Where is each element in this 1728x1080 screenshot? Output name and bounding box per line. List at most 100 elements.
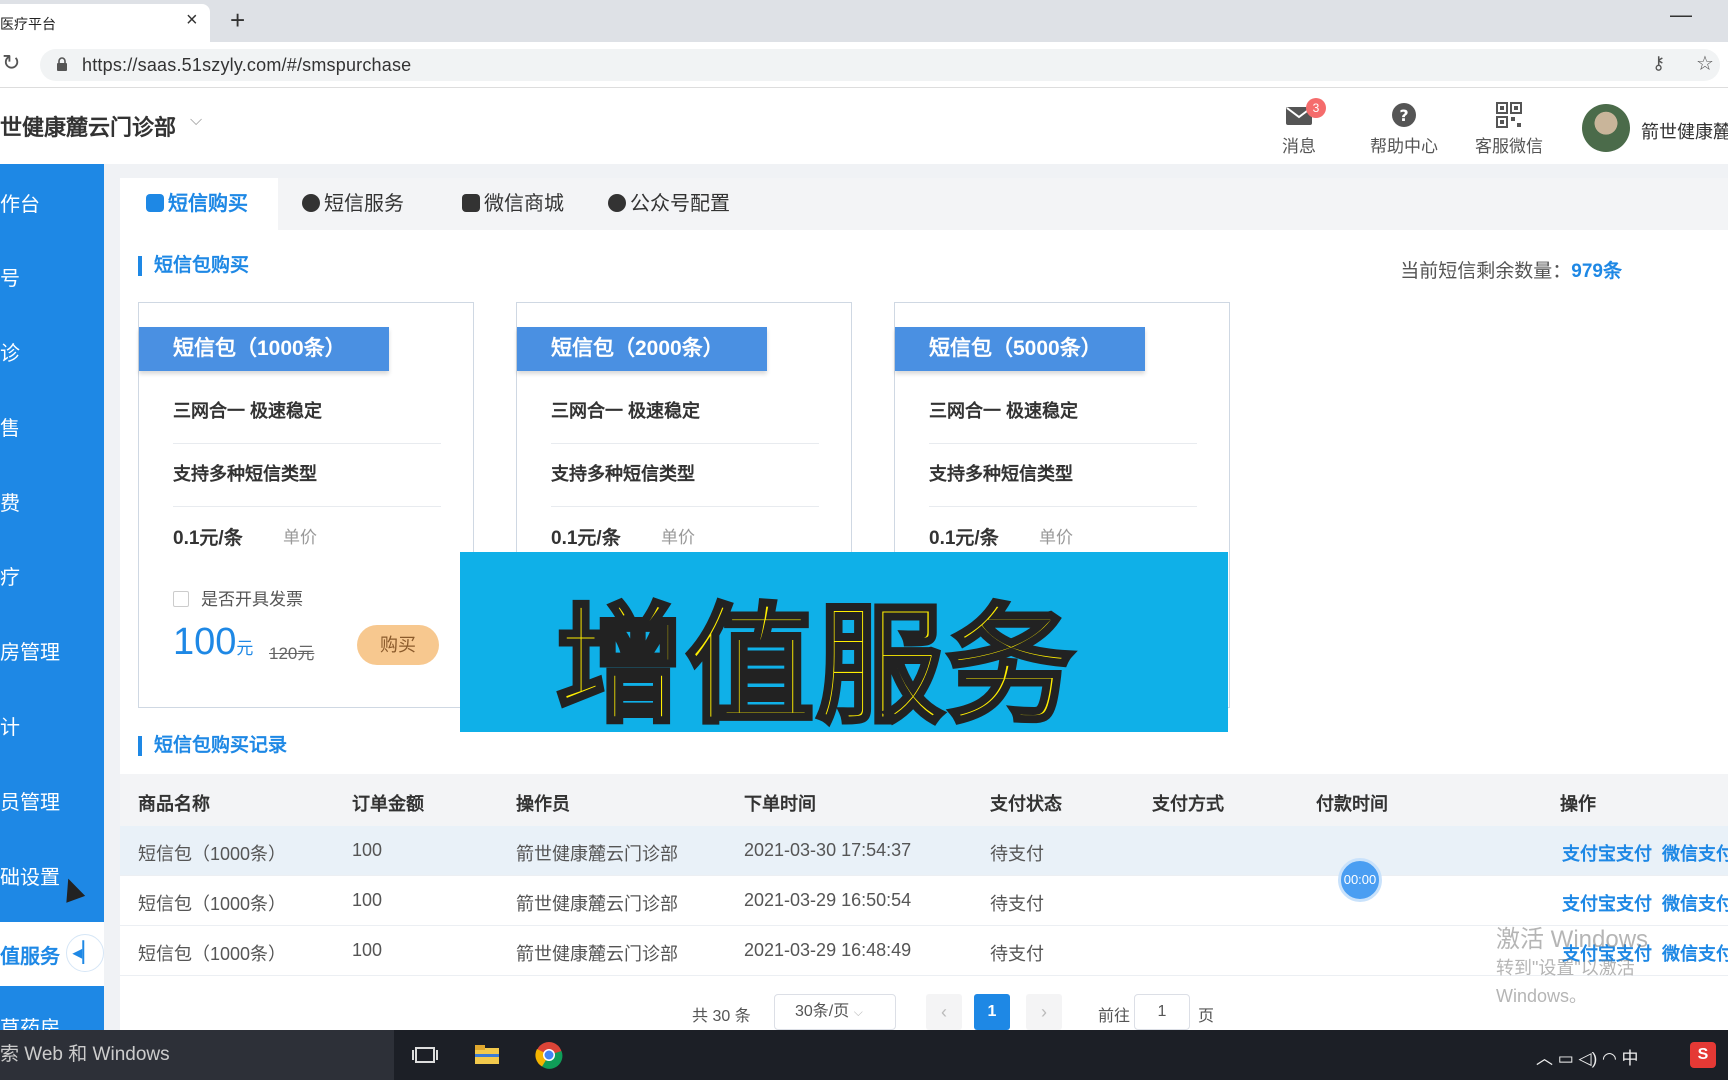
tab-sms-purchase[interactable]: 短信购买 xyxy=(120,178,278,230)
cell-order-time: 2021-03-29 16:50:54 xyxy=(744,890,912,910)
unit-price: 0.1元/条 xyxy=(551,528,621,549)
cell-order-time: 2021-03-30 17:54:37 xyxy=(744,840,912,860)
table-header: 商品名称 订单金额 操作员 下单时间 支付状态 支付方式 付款时间 操作 xyxy=(120,774,1728,826)
key-icon[interactable]: ⚷ xyxy=(1652,53,1665,74)
unit-price-label: 单价 xyxy=(661,528,695,547)
bookmark-star-icon[interactable]: ☆ xyxy=(1696,51,1714,76)
sidebar-item-basic-settings[interactable]: 础设置 xyxy=(0,861,104,890)
checkbox-icon[interactable] xyxy=(173,591,189,607)
package-name: 短信包（1000条） xyxy=(139,327,389,371)
alipay-link[interactable]: 支付宝支付 xyxy=(1562,840,1652,866)
chevron-down-icon[interactable]: ⌵ xyxy=(190,112,202,130)
package-card: 短信包（1000条） 三网合一 极速稳定 支持多种短信类型 0.1元/条 单价 … xyxy=(138,302,474,708)
wechat-pay-link[interactable]: 微信支付 xyxy=(1662,840,1728,866)
file-explorer-icon[interactable] xyxy=(472,1040,502,1070)
buy-button[interactable]: 购买 xyxy=(357,625,439,665)
reload-icon[interactable]: ↻ xyxy=(2,50,20,76)
pagination: 共 30 条 30条/页 ⌵ ‹ 1 › 前往 1 页 xyxy=(120,994,1728,1030)
recording-timer: 00:00 xyxy=(1338,858,1382,902)
customer-service-button[interactable]: 客服微信 xyxy=(1464,102,1554,157)
cell-amount: 100 xyxy=(352,940,383,960)
customer-service-label: 客服微信 xyxy=(1475,137,1543,156)
table-row: 短信包（1000条） 100 箭世健康麓云门诊部 2021-03-30 17:5… xyxy=(120,826,1728,876)
column-header: 下单时间 xyxy=(744,794,816,814)
package-feature: 支持多种短信类型 xyxy=(173,460,441,507)
tab-label: 短信服务 xyxy=(324,193,404,215)
watermark-line: 转到"设置"以激活 Windows。 xyxy=(1496,958,1635,1006)
new-tab-icon[interactable]: + xyxy=(230,5,245,36)
prev-page-button[interactable]: ‹ xyxy=(926,994,962,1030)
sidebar-item-treatment[interactable]: 疗 xyxy=(0,561,104,590)
help-icon: ? xyxy=(1392,103,1416,127)
tab-official-account-config[interactable]: 公众号配置 xyxy=(608,178,730,230)
task-view-icon[interactable] xyxy=(410,1040,440,1070)
taskbar-search[interactable]: 索 Web 和 Windows xyxy=(0,1030,394,1080)
column-header: 付款时间 xyxy=(1316,794,1388,814)
package-price: 100元 xyxy=(173,621,253,664)
records-section-title: 短信包购买记录 xyxy=(138,736,287,756)
column-header: 操作员 xyxy=(516,794,570,814)
browser-tab[interactable]: 医疗平台 × xyxy=(0,4,210,42)
tab-wechat-mall[interactable]: 微信商城 xyxy=(462,178,564,230)
minimize-icon[interactable]: — xyxy=(1670,2,1692,28)
invoice-label: 是否开具发票 xyxy=(201,590,303,609)
total-count: 共 30 条 xyxy=(692,1008,751,1025)
ime-language[interactable]: 中 xyxy=(1622,1049,1639,1068)
original-price: 120元 xyxy=(269,644,315,663)
help-center-button[interactable]: ? 帮助中心 xyxy=(1359,102,1449,157)
invoice-checkbox[interactable]: 是否开具发票 xyxy=(173,585,303,610)
browser-tabbar: 医疗平台 × + — xyxy=(0,0,1728,42)
wechat-icon xyxy=(608,194,626,212)
url-field[interactable]: https://saas.51szyly.com/#/smspurchase ⚷… xyxy=(40,49,1720,81)
goto-suffix: 页 xyxy=(1198,1008,1215,1025)
windows-activation-watermark: 激活 Windows 转到"设置"以激活 Windows。 xyxy=(1496,926,1728,1010)
next-page-button[interactable]: › xyxy=(1026,994,1062,1030)
help-center-label: 帮助中心 xyxy=(1370,137,1438,156)
sidebar-item-statistics[interactable]: 计 xyxy=(0,711,104,740)
sidebar-item-charges[interactable]: 费 xyxy=(0,487,104,516)
chrome-icon[interactable] xyxy=(534,1040,564,1070)
messages-button[interactable]: 3 消息 xyxy=(1254,98,1344,157)
column-header: 订单金额 xyxy=(352,794,424,814)
current-page[interactable]: 1 xyxy=(974,994,1010,1030)
cell-product: 短信包（1000条） xyxy=(138,944,287,964)
system-tray-icons[interactable]: ︿ ▭ ◁) ◠ 中 xyxy=(1536,1044,1639,1069)
collapse-sidebar-icon[interactable]: ◂▏ xyxy=(66,934,104,972)
sidebar-item-consultation[interactable]: 诊 xyxy=(0,337,104,366)
goto-prefix: 前往 xyxy=(1098,1008,1131,1025)
sidebar-item-herbal-pharmacy[interactable]: 草药房 xyxy=(0,1012,104,1030)
unit-price: 0.1元/条 xyxy=(929,528,999,549)
clinic-name[interactable]: 世健康麓云门诊部 xyxy=(0,110,176,142)
wechat-pay-link[interactable]: 微信支付 xyxy=(1662,890,1728,916)
cell-order-time: 2021-03-29 16:48:49 xyxy=(744,940,912,960)
watermark-line: 激活 Windows xyxy=(1496,926,1649,953)
sidebar-item-pharmacy-management[interactable]: 房管理 xyxy=(0,636,104,665)
cell-amount: 100 xyxy=(352,890,383,910)
column-header: 支付方式 xyxy=(1152,794,1224,814)
sidebar-item-workbench[interactable]: 作台 xyxy=(0,188,104,217)
lock-icon xyxy=(57,57,67,71)
windows-taskbar: 索 Web 和 Windows ︿ ▭ ◁) ◠ 中 S xyxy=(0,1030,1728,1080)
browser-addressbar: ↻ https://saas.51szyly.com/#/smspurchase… xyxy=(0,42,1728,88)
cell-status: 待支付 xyxy=(990,894,1044,914)
sidebar-item-staff-management[interactable]: 员管理 xyxy=(0,786,104,815)
alipay-link[interactable]: 支付宝支付 xyxy=(1562,890,1652,916)
chat-bubble-icon xyxy=(146,194,164,212)
tab-sms-service[interactable]: 短信服务 xyxy=(302,178,404,230)
sogou-ime-icon[interactable]: S xyxy=(1690,1042,1716,1068)
avatar[interactable] xyxy=(1582,104,1630,152)
cell-status: 待支付 xyxy=(990,944,1044,964)
page-size-select[interactable]: 30条/页 ⌵ xyxy=(774,994,896,1030)
sidebar-item-registration[interactable]: 号 xyxy=(0,262,104,291)
user-name[interactable]: 箭世健康麓 xyxy=(1641,118,1728,144)
unit-price-label: 单价 xyxy=(1039,528,1073,547)
close-tab-icon[interactable]: × xyxy=(186,9,198,32)
cell-status: 待支付 xyxy=(990,844,1044,864)
sidebar-item-sales[interactable]: 售 xyxy=(0,412,104,441)
tab-bar: 短信购买 短信服务 微信商城 公众号配置 xyxy=(120,178,1728,230)
package-feature: 支持多种短信类型 xyxy=(929,460,1197,507)
remaining-label: 当前短信剩余数量： xyxy=(1400,261,1572,282)
goto-page-input[interactable]: 1 xyxy=(1134,994,1190,1030)
app-header: 世健康麓云门诊部 ⌵ 3 消息 ? 帮助中心 客服微信 箭世健康麓 xyxy=(0,88,1728,164)
sidebar: 作台 号 诊 售 费 疗 房管理 计 员管理 础设置 值服务 ◂▏ 草药房 xyxy=(0,164,104,1030)
